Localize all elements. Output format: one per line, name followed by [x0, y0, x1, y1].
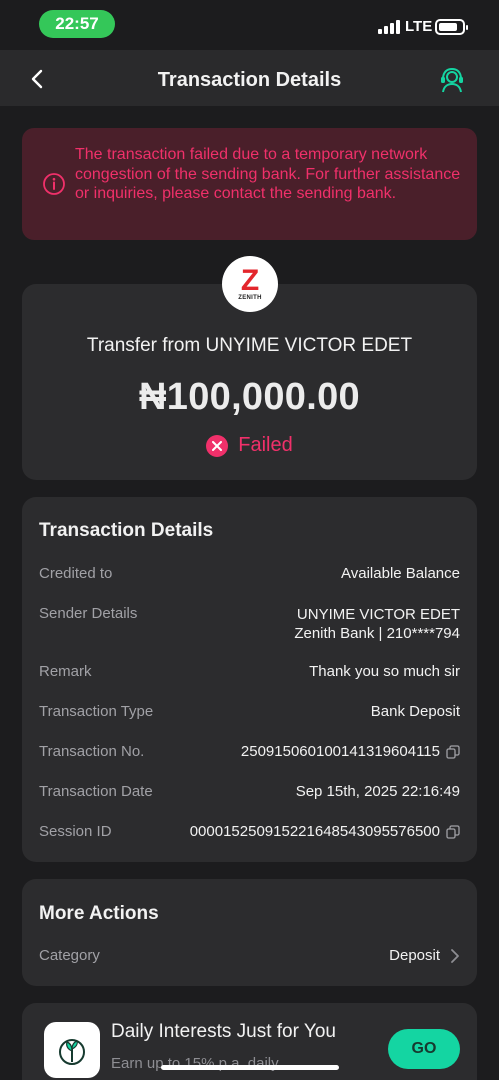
- promo-title: Daily Interests Just for You: [111, 1021, 336, 1042]
- chevron-right-icon: [451, 948, 459, 963]
- error-banner: The transaction failed due to a temporar…: [22, 128, 477, 240]
- detail-label: Session ID: [39, 823, 112, 840]
- support-button[interactable]: [438, 66, 466, 94]
- transaction-summary-card: Transfer from UNYIME VICTOR EDET ₦100,00…: [22, 284, 477, 480]
- app-header: Transaction Details: [0, 50, 499, 106]
- more-actions-heading: More Actions: [39, 903, 159, 924]
- detail-row-session-id: Session ID 00001525091522164854309557650…: [39, 823, 460, 840]
- detail-value: Available Balance: [341, 565, 460, 582]
- status-bar: 22:57 LTE: [0, 0, 499, 50]
- customer-support-icon: [441, 67, 463, 93]
- detail-value: Bank Deposit: [370, 703, 460, 720]
- detail-label: Transaction No.: [39, 743, 145, 760]
- status-label: Failed: [238, 434, 293, 456]
- detail-value: UNYIME VICTOR EDET Zenith Bank | 210****…: [294, 605, 460, 643]
- status-row: Failed: [22, 434, 477, 457]
- detail-label: Transaction Type: [39, 703, 154, 720]
- category-label: Category: [39, 947, 100, 964]
- detail-row-date: Transaction Date Sep 15th, 2025 22:16:49: [39, 783, 460, 800]
- transfer-from-label: Transfer from UNYIME VICTOR EDET: [86, 335, 413, 356]
- battery-icon: [435, 19, 468, 35]
- details-heading: Transaction Details: [39, 520, 214, 541]
- detail-label: Remark: [39, 663, 92, 680]
- copy-icon[interactable]: [446, 744, 460, 759]
- category-value-wrap: Deposit: [389, 947, 460, 964]
- sender-name: UNYIME VICTOR EDET: [296, 606, 460, 623]
- detail-value: Sep 15th, 2025 22:16:49: [295, 783, 460, 800]
- bank-logo: Z ZENITH: [222, 256, 278, 312]
- close-circle-icon: [206, 434, 229, 457]
- detail-label: Credited to: [39, 565, 113, 582]
- category-value: Deposit: [389, 947, 440, 964]
- detail-label: Sender Details: [39, 605, 138, 622]
- detail-row-sender: Sender Details UNYIME VICTOR EDET Zenith…: [39, 605, 460, 643]
- detail-label: Transaction Date: [39, 783, 153, 800]
- savings-plant-icon: [44, 1022, 100, 1078]
- session-id: 000015250915221648543095576500: [189, 823, 440, 840]
- copy-icon[interactable]: [446, 824, 460, 839]
- home-indicator: [161, 1065, 339, 1070]
- signal-icon: [378, 20, 400, 34]
- network-type: LTE: [405, 18, 433, 35]
- detail-row-transaction-no: Transaction No. 250915060100141319604115: [39, 743, 460, 760]
- page-title: Transaction Details: [157, 69, 342, 91]
- detail-row-type: Transaction Type Bank Deposit: [39, 703, 460, 720]
- detail-value: Thank you so much sir: [309, 663, 460, 680]
- sender-bank: Zenith Bank | 210****794: [294, 625, 460, 642]
- go-button[interactable]: GO: [388, 1029, 460, 1069]
- transaction-details-card: Transaction Details Credited to Availabl…: [22, 497, 477, 862]
- info-circle-icon: [43, 173, 65, 195]
- more-actions-card: More Actions Category Deposit: [22, 879, 477, 986]
- detail-value: 250915060100141319604115: [241, 743, 460, 760]
- bank-logo-letter: Z: [240, 263, 260, 297]
- transaction-amount: ₦100,000.00: [139, 376, 360, 418]
- category-row[interactable]: Category Deposit: [39, 947, 460, 964]
- transaction-number: 250915060100141319604115: [240, 743, 440, 760]
- detail-row-remark: Remark Thank you so much sir: [39, 663, 460, 680]
- status-time: 22:57: [39, 10, 115, 38]
- error-message: The transaction failed due to a temporar…: [75, 146, 461, 202]
- bank-logo-name: ZENITH: [238, 294, 262, 301]
- detail-value: 000015250915221648543095576500: [190, 823, 460, 840]
- detail-row-credited-to: Credited to Available Balance: [39, 565, 460, 582]
